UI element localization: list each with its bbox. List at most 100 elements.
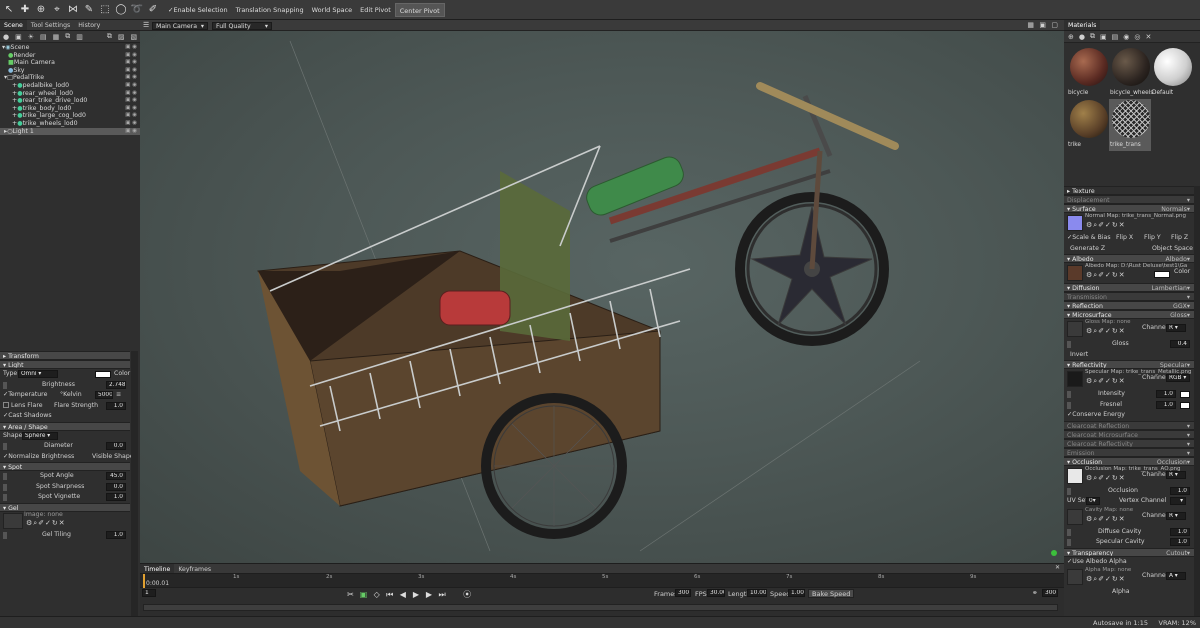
gel-tiling-field[interactable]: 1.0: [106, 530, 126, 539]
camera-select[interactable]: Main Camera ▾: [152, 21, 208, 30]
material-thumb-trike[interactable]: [1070, 100, 1108, 138]
emission-dropdown-icon[interactable]: ▾: [1187, 449, 1190, 456]
frame-field[interactable]: 1: [142, 589, 156, 598]
temperature-checkbox[interactable]: ✓Temperature: [3, 390, 47, 401]
lock-eye-icon[interactable]: ▣ ◉: [125, 67, 137, 75]
lock-eye-icon[interactable]: ▣ ◉: [125, 112, 137, 120]
diffusion-mode[interactable]: Lambertian: [1151, 285, 1186, 291]
transparency-header[interactable]: ▾ Transparency Cutout▾: [1064, 547, 1194, 557]
layout-icon[interactable]: ▣: [1039, 21, 1046, 29]
material-thumb-default[interactable]: [1154, 48, 1192, 86]
slider-handle[interactable]: [1067, 539, 1071, 546]
step-back-icon[interactable]: ◀: [397, 590, 408, 599]
lock-eye-icon[interactable]: ▣ ◉: [125, 82, 137, 90]
transmission-header[interactable]: Transmission ▾: [1064, 292, 1194, 301]
tab-keyframes[interactable]: Keyframes: [174, 564, 215, 573]
temperature-picker-icon[interactable]: ≡: [116, 390, 121, 401]
lock-eye-icon[interactable]: ▣ ◉: [125, 105, 137, 113]
lock-eye-icon[interactable]: ▣ ◉: [125, 97, 137, 105]
light-color-swatch[interactable]: [95, 371, 111, 378]
lens-flare-checkbox[interactable]: Lens Flare: [3, 401, 43, 412]
clearcoat-reflectivity-dropdown-icon[interactable]: ▾: [1187, 440, 1190, 447]
displacement-dropdown-icon[interactable]: ▾: [1187, 196, 1190, 203]
circle-select-icon[interactable]: ◯: [114, 3, 128, 17]
loop-icon[interactable]: ▣: [358, 590, 369, 599]
visible-shape-checkbox[interactable]: Visible Shape: [92, 452, 134, 463]
generate-z-checkbox[interactable]: Generate Z: [1070, 244, 1105, 255]
transform-header[interactable]: ▸ Transform: [0, 351, 130, 360]
area-shape-header[interactable]: ▾ Area / Shape: [0, 421, 130, 431]
skip-start-icon[interactable]: ⏮: [384, 590, 395, 600]
gloss-map-thumbnail[interactable]: [1067, 321, 1083, 337]
scale-icon[interactable]: ⌖: [50, 3, 64, 17]
tree-item-pedaltrike[interactable]: ▾□PedalTrike ▣ ◉: [0, 74, 140, 82]
fresnel-color-swatch[interactable]: [1180, 401, 1190, 409]
slider-handle[interactable]: [1067, 341, 1071, 348]
reflection-mode[interactable]: GGX: [1173, 303, 1187, 309]
texture-header[interactable]: ▸ Texture: [1064, 186, 1194, 195]
cut-icon[interactable]: ✂: [345, 590, 356, 599]
fresnel-field[interactable]: 1.0: [1156, 400, 1176, 409]
invert-checkbox[interactable]: Invert: [1070, 350, 1088, 361]
tree-item-mesh[interactable]: +●trike_wheels_lod0 ▣ ◉: [0, 120, 140, 128]
clearcoat-reflection-dropdown-icon[interactable]: ▾: [1187, 422, 1190, 429]
tab-materials[interactable]: Materials: [1064, 20, 1101, 30]
slider-handle[interactable]: [3, 473, 7, 480]
flip-y-checkbox[interactable]: Flip Y: [1144, 233, 1161, 244]
add-object-icon[interactable]: ●: [3, 33, 9, 41]
transmission-dropdown-icon[interactable]: ▾: [1187, 293, 1190, 300]
material-thumb-trike-trans[interactable]: [1112, 100, 1150, 138]
displacement-header[interactable]: Displacement ▾: [1064, 195, 1194, 204]
emission-header[interactable]: Emission ▾: [1064, 447, 1194, 457]
material-sphere-icon[interactable]: ●: [1079, 33, 1085, 41]
tree-item-mesh[interactable]: +●rear_trike_drive_lod0 ▣ ◉: [0, 97, 140, 105]
end-frame-field[interactable]: 300: [1042, 589, 1058, 598]
normal-map-thumbnail[interactable]: [1067, 215, 1083, 231]
spot-vignette-field[interactable]: 1.0: [106, 493, 126, 502]
clearcoat-microsurface-header[interactable]: Clearcoat Microsurface ▾: [1064, 429, 1194, 439]
properties-scrollbar[interactable]: [131, 351, 138, 616]
spot-header[interactable]: ▾ Spot: [0, 462, 130, 471]
wireframe-icon[interactable]: ▦: [1027, 21, 1034, 29]
timeline-close-icon[interactable]: ✕: [1055, 564, 1060, 571]
slider-handle[interactable]: [3, 494, 7, 501]
occlusion-map-tools[interactable]: ⚙⌕✐✓↻✕: [1086, 473, 1126, 484]
slider-handle[interactable]: [3, 483, 7, 491]
reflection-header[interactable]: ▾ Reflection GGX▾: [1064, 301, 1194, 310]
intensity-color-swatch[interactable]: [1180, 391, 1190, 398]
diffuse-cavity-field[interactable]: 1.0: [1170, 527, 1190, 536]
slider-handle[interactable]: [1067, 528, 1071, 536]
alpha-map-tools[interactable]: ⚙⌕✐✓↻✕: [1086, 574, 1126, 585]
slider-handle[interactable]: [3, 443, 7, 450]
translation-snapping-button[interactable]: Translation Snapping: [232, 3, 308, 17]
specular-cavity-field[interactable]: 1.0: [1170, 538, 1190, 547]
albedo-color-swatch[interactable]: [1154, 271, 1170, 278]
material-copy-icon[interactable]: ▣: [1100, 33, 1107, 41]
slider-handle[interactable]: [1067, 487, 1071, 495]
tab-timeline[interactable]: Timeline: [140, 564, 175, 573]
light-icon[interactable]: ☀: [28, 33, 34, 41]
shape-select[interactable]: Sphere ▾: [22, 431, 58, 440]
slider-handle[interactable]: [3, 531, 7, 539]
occlusion-channel-select[interactable]: R ▾: [1166, 470, 1186, 479]
albedo-map-thumbnail[interactable]: [1067, 265, 1083, 281]
intensity-field[interactable]: 1.0: [1156, 390, 1176, 399]
import-icon[interactable]: ▤: [40, 33, 47, 41]
clearcoat-microsurface-dropdown-icon[interactable]: ▾: [1187, 431, 1190, 438]
lock-eye-icon[interactable]: ▣ ◉: [125, 90, 137, 98]
gloss-field[interactable]: 0.4: [1170, 340, 1190, 349]
gloss-channel-select[interactable]: R ▾: [1166, 324, 1186, 332]
flare-strength-field[interactable]: 1.0: [106, 401, 126, 410]
gel-map-tools[interactable]: ⚙⌕✐✓↻✕: [26, 518, 66, 529]
draw-select-icon[interactable]: ✐: [146, 3, 160, 17]
specular-map-tools[interactable]: ⚙⌕✐✓↻✕: [1086, 376, 1126, 387]
occlusion-field[interactable]: 1.0: [1170, 486, 1190, 495]
lasso-select-icon[interactable]: ➰: [130, 3, 144, 17]
alpha-map-thumbnail[interactable]: [1067, 569, 1083, 585]
tree-item-mesh[interactable]: +●trike_large_cog_lod0 ▣ ◉: [0, 112, 140, 120]
frames-field[interactable]: 300: [675, 589, 691, 598]
diffusion-header[interactable]: ▾ Diffusion Lambertian▾: [1064, 283, 1194, 292]
type-select[interactable]: Omni ▾: [18, 370, 58, 379]
material-library-icon[interactable]: ◉: [1123, 33, 1129, 41]
viewport[interactable]: ☰ Main Camera ▾ Full Quality ▾ ▦ ▣ ▢: [140, 20, 1064, 563]
